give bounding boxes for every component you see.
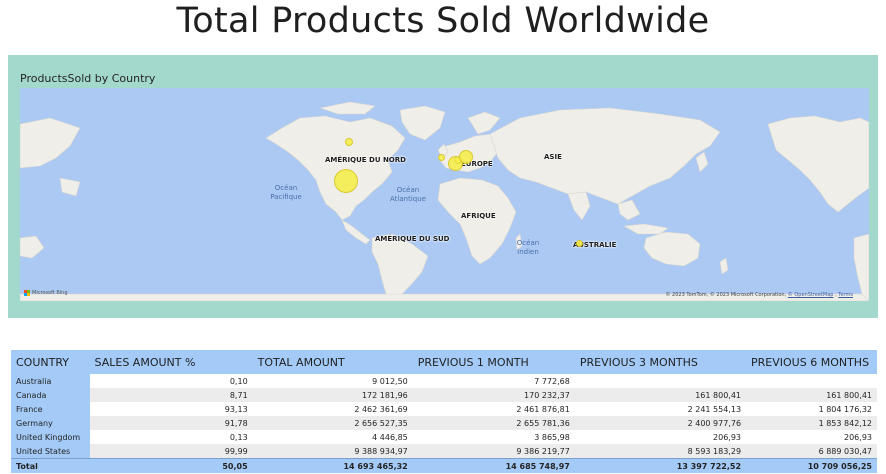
- land-greenland: [399, 105, 446, 141]
- cell-previous-6-months: [746, 374, 877, 388]
- table-row: United States 99,99 9 388 934,97 9 386 2…: [11, 444, 877, 459]
- land-southeast-asia: [617, 199, 641, 221]
- land-africa: [437, 177, 517, 265]
- label-south-america: AMÉRIQUE DU SUD: [375, 235, 450, 243]
- cell-total-previous-1-month: 14 685 748,97: [412, 458, 575, 473]
- land-east-asia-wrap-left: [59, 177, 81, 197]
- land-japan: [695, 151, 709, 173]
- cell-country: Australia: [11, 374, 90, 388]
- land-new-zealand: [719, 257, 729, 275]
- land-arctic-islands: [318, 101, 376, 115]
- sales-table: COUNTRY SALES AMOUNT % TOTAL AMOUNT PREV…: [11, 350, 877, 473]
- cell-sales-amount-pct: 99,99: [89, 444, 253, 459]
- cell-total-amount: 2 462 361,69: [252, 402, 413, 416]
- cell-sales-amount-pct: 91,78: [89, 416, 253, 430]
- cell-previous-1-month: 9 386 219,77: [412, 444, 575, 459]
- bing-label: Microsoft Bing: [32, 290, 68, 296]
- label-atlantic-ocean: Océan Atlantique: [390, 186, 426, 203]
- cell-previous-6-months: 161 800,41: [746, 388, 877, 402]
- column-header-total-amount[interactable]: TOTAL AMOUNT: [252, 350, 413, 374]
- attribution-text: © 2023 TomTom, © 2023 Microsoft Corporat…: [665, 292, 788, 298]
- cell-previous-3-months: [574, 374, 747, 388]
- label-north-america: AMÉRIQUE DU NORD: [325, 156, 406, 164]
- table-row: Australia 0,10 9 012,50 7 772,68: [11, 374, 877, 388]
- column-header-country[interactable]: COUNTRY: [11, 350, 90, 374]
- cell-total-amount: 172 181,96: [252, 388, 413, 402]
- terms-link[interactable]: Terms: [838, 292, 853, 298]
- bubble-germany[interactable]: [459, 150, 473, 164]
- cell-sales-amount-pct: 8,71: [89, 388, 253, 402]
- land-north-america-wrap-right: [767, 115, 869, 213]
- land-australia: [643, 231, 701, 267]
- cell-country: France: [11, 402, 90, 416]
- land-central-america: [341, 219, 371, 245]
- land-scandinavia: [467, 111, 501, 135]
- cell-previous-6-months: 206,93: [746, 430, 877, 444]
- cell-previous-3-months: 8 593 183,29: [574, 444, 747, 459]
- cell-country: Canada: [11, 388, 90, 402]
- column-header-sales-amount-pct[interactable]: SALES AMOUNT %: [89, 350, 253, 374]
- world-map[interactable]: AMÉRIQUE DU NORD EUROPE ASIE AFRIQUE AMÉ…: [20, 88, 869, 301]
- world-map-land: [20, 101, 869, 301]
- table-row: Germany 91,78 2 656 527,35 2 655 781,36 …: [11, 416, 877, 430]
- land-south-america: [371, 233, 429, 301]
- cell-previous-3-months: 206,93: [574, 430, 747, 444]
- cell-previous-1-month: 2 461 876,81: [412, 402, 575, 416]
- label-pacific-ocean: Océan Pacifique: [270, 184, 302, 201]
- column-header-previous-3-months[interactable]: PREVIOUS 3 MONTHS: [574, 350, 747, 374]
- cell-previous-3-months: 2 241 554,13: [574, 402, 747, 416]
- page-title: Total Products Sold Worldwide: [176, 1, 710, 41]
- table-header-row: COUNTRY SALES AMOUNT % TOTAL AMOUNT PREV…: [11, 350, 877, 374]
- map-visual-title: ProductsSold by Country: [20, 72, 156, 85]
- land-australia-wrap-left: [20, 235, 45, 259]
- column-header-previous-1-month[interactable]: PREVIOUS 1 MONTH: [412, 350, 575, 374]
- cell-total-total-amount: 14 693 465,32: [252, 458, 413, 473]
- bing-logo: Microsoft Bing: [24, 290, 68, 296]
- cell-country: United States: [11, 444, 90, 459]
- cell-previous-1-month: 170 232,37: [412, 388, 575, 402]
- cell-sales-amount-pct: 93,13: [89, 402, 253, 416]
- cell-previous-3-months: 161 800,41: [574, 388, 747, 402]
- table-total-row: Total 50,05 14 693 465,32 14 685 748,97 …: [11, 458, 877, 473]
- cell-previous-6-months: 6 889 030,47: [746, 444, 877, 459]
- cell-previous-6-months: 1 804 176,32: [746, 402, 877, 416]
- land-asia: [489, 107, 721, 205]
- bubble-uk-point[interactable]: [438, 154, 445, 161]
- land-indonesia: [623, 223, 669, 235]
- table-row: United Kingdom 0,13 4 446,85 3 865,98 20…: [11, 430, 877, 444]
- column-header-previous-6-months[interactable]: PREVIOUS 6 MONTHS: [746, 350, 877, 374]
- bubble-australia[interactable]: [576, 240, 583, 247]
- label-asia: ASIE: [544, 153, 562, 161]
- cell-sales-amount-pct: 0,13: [89, 430, 253, 444]
- cell-total-amount: 9 388 934,97: [252, 444, 413, 459]
- cell-total-previous-6-months: 10 709 056,25: [746, 458, 877, 473]
- land-north-america: [265, 115, 406, 221]
- table-row: Canada 8,71 172 181,96 170 232,37 161 80…: [11, 388, 877, 402]
- cell-previous-6-months: 1 853 842,12: [746, 416, 877, 430]
- cell-country: United Kingdom: [11, 430, 90, 444]
- cell-previous-1-month: 7 772,68: [412, 374, 575, 388]
- cell-total-amount: 2 656 527,35: [252, 416, 413, 430]
- cell-country: Germany: [11, 416, 90, 430]
- land-india: [567, 191, 591, 221]
- cell-previous-1-month: 2 655 781,36: [412, 416, 575, 430]
- microsoft-logo-icon: [24, 290, 30, 296]
- label-africa: AFRIQUE: [461, 212, 496, 220]
- table-row: France 93,13 2 462 361,69 2 461 876,81 2…: [11, 402, 877, 416]
- land-asia-wrap-left: [20, 117, 81, 169]
- cell-total-amount: 4 446,85: [252, 430, 413, 444]
- cell-total-label: Total: [11, 458, 90, 473]
- cell-total-sales-amount-pct: 50,05: [89, 458, 253, 473]
- cell-total-amount: 9 012,50: [252, 374, 413, 388]
- label-indian-ocean: Océan Indien: [516, 239, 540, 256]
- bubble-united-states[interactable]: [334, 169, 358, 193]
- cell-total-previous-3-months: 13 397 722,52: [574, 458, 747, 473]
- land-south-america-wrap-right: [853, 233, 869, 301]
- cell-previous-1-month: 3 865,98: [412, 430, 575, 444]
- osm-link[interactable]: © OpenStreetMap: [788, 292, 834, 298]
- cell-previous-3-months: 2 400 977,76: [574, 416, 747, 430]
- cell-sales-amount-pct: 0,10: [89, 374, 253, 388]
- map-attribution: © 2023 TomTom, © 2023 Microsoft Corporat…: [665, 292, 853, 298]
- bubble-canada[interactable]: [345, 138, 353, 146]
